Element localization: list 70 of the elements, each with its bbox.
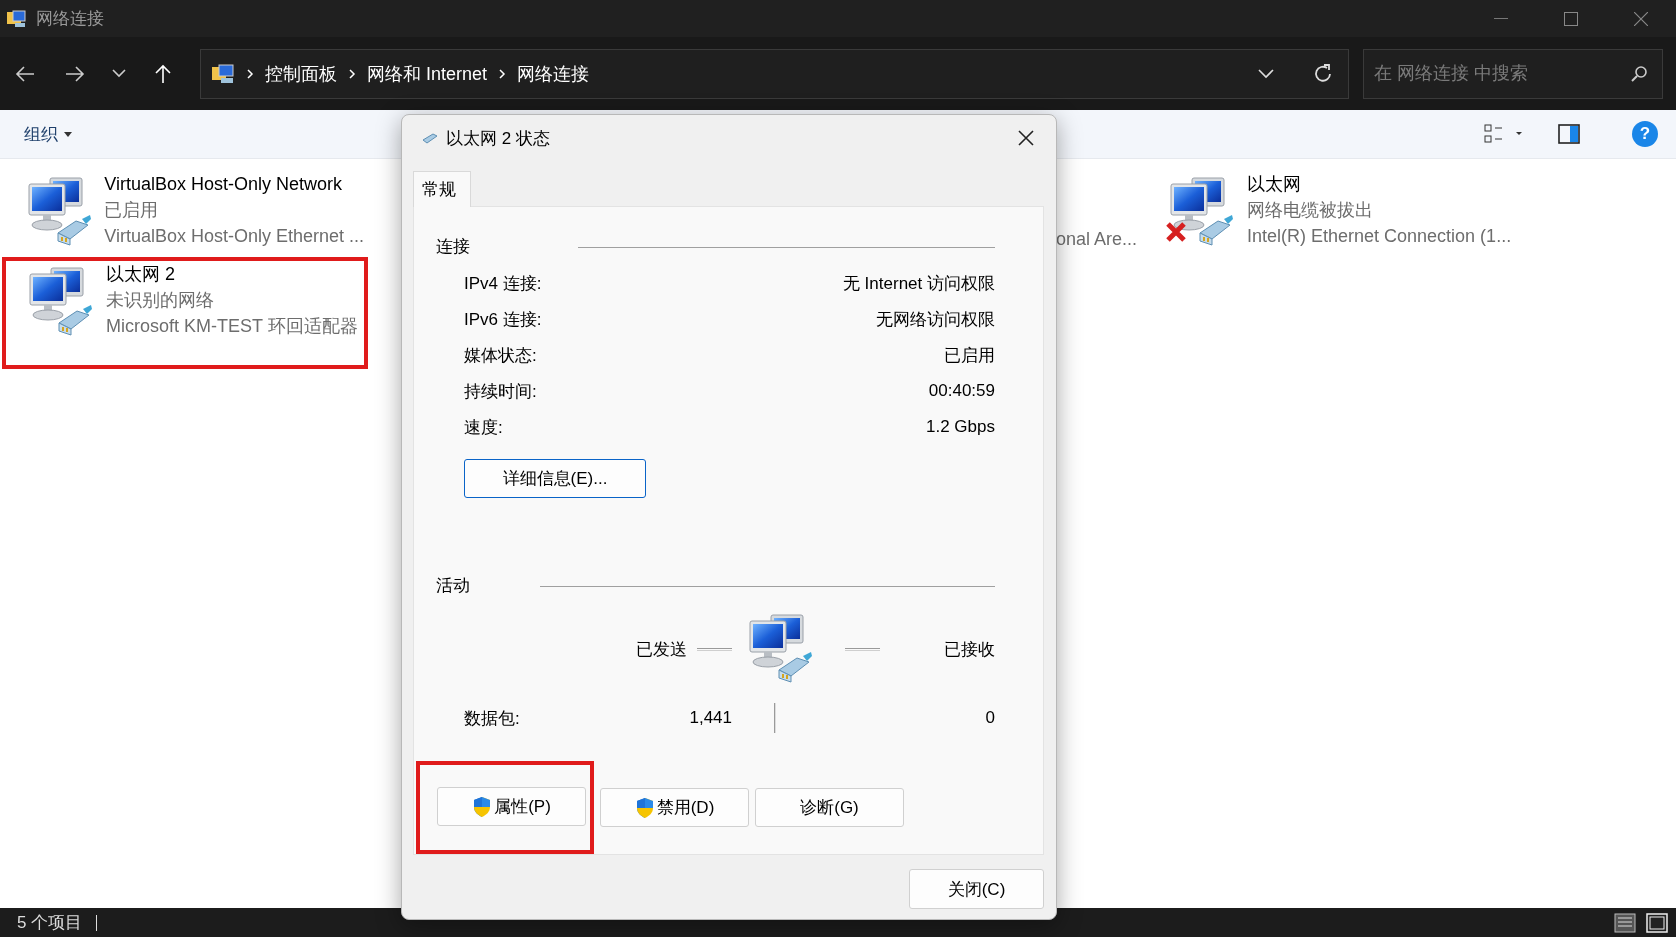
network-computers-icon [746,612,813,686]
adapter-name: VirtualBox Host-Only Network [104,173,343,196]
sent-label: 已发送 [636,638,687,661]
ethernet-plug-icon [422,132,438,144]
adapter-item[interactable]: VirtualBox Host-Only Network 已启用 VirtualBox Host-Only Ethernet ... [2,167,368,257]
chevron-icon [497,67,508,80]
adapter-item[interactable]: 以太网 网络电缆被拔出 Intel(R) Ethernet Connection (1... [1143,167,1516,257]
admin-button[interactable]: 属性(P) [437,787,586,826]
preview-pane-icon[interactable] [1558,124,1580,144]
forward-arrow-icon[interactable] [65,64,85,83]
organize-menu[interactable]: 组织 [18,118,78,150]
field-value: 00:40:59 [928,381,995,401]
dialog-button[interactable]: 诊断(G) [755,788,904,827]
section-heading: 连接 [436,236,470,258]
item-count: 5 个项目 [17,912,83,934]
refresh-icon[interactable] [1312,62,1334,85]
network-folder-icon [6,8,28,29]
back-arrow-icon[interactable] [15,64,35,83]
field-label: 持续时间: [464,380,537,403]
network-computers-icon [1168,175,1234,249]
details-view-icon[interactable] [1614,912,1636,933]
network-computers-icon [27,265,93,339]
window-title: 网络连接 [36,8,105,30]
adapter-device: Microsoft KM-TEST 环回适配器 [106,315,358,338]
search-icon[interactable] [1631,64,1649,83]
breadcrumb-item[interactable]: 网络连接 [517,61,590,86]
network-computers-icon [26,175,93,249]
field-value: 无 Internet 访问权限 [842,272,995,295]
adapter-device: onal Are... [1055,229,1137,251]
close-button[interactable]: 关闭(C) [909,869,1044,909]
adapter-name: 以太网 2 [106,263,176,286]
chevron-down-icon[interactable] [1258,68,1274,79]
adapter-device: Intel(R) Ethernet Connection (1... [1247,225,1512,248]
chevron-icon [245,67,255,80]
field-label: IPv6 连接: [464,308,542,331]
tiles-view-icon[interactable] [1646,912,1668,933]
help-button[interactable]: ? [1632,121,1658,147]
field-value: 1.2 Gbps [926,417,995,437]
chevron-down-icon[interactable] [112,69,126,78]
adapter-device: VirtualBox Host-Only Ethernet ... [104,225,364,248]
packets-received-value: 0 [984,708,995,728]
packets-sent-value: 1,441 [688,708,732,728]
section-heading: 活动 [436,575,470,597]
search-field[interactable]: 在 网络连接 中搜索 [1363,48,1663,99]
adapter-status: 未识别的网络 [106,289,215,312]
caret-icon [64,131,72,137]
address-bar[interactable]: 控制面板 网络和 Internet 网络连接 [200,48,1349,99]
maximize-icon[interactable] [1564,11,1578,26]
packets-label: 数据包: [464,707,521,730]
field-label: 媒体状态: [464,344,537,367]
control-panel-icon [211,62,235,85]
field-label: 速度: [464,416,503,439]
close-icon[interactable] [1018,130,1034,146]
breadcrumb-item[interactable]: 网络和 Internet [367,61,488,86]
dialog-title: 以太网 2 状态 [446,127,551,150]
chevron-icon [347,67,357,80]
adapter-status: 已启用 [104,199,160,222]
view-options-icon[interactable] [1484,124,1524,144]
breadcrumb-item[interactable]: 控制面板 [265,61,337,86]
field-value: 无网络访问权限 [876,308,995,331]
adapter-status: 网络电缆被拔出 [1247,199,1374,222]
received-label: 已接收 [944,638,995,661]
up-arrow-icon[interactable] [154,63,172,84]
details-button[interactable]: 详细信息(E)... [464,459,646,498]
minimize-icon[interactable] [1494,17,1508,20]
field-label: IPv4 连接: [464,272,542,295]
field-value: 已启用 [944,344,995,367]
tab[interactable]: 常规 [413,171,471,207]
admin-button[interactable]: 禁用(D) [600,788,749,827]
adapter-name: 以太网 [1247,173,1302,196]
